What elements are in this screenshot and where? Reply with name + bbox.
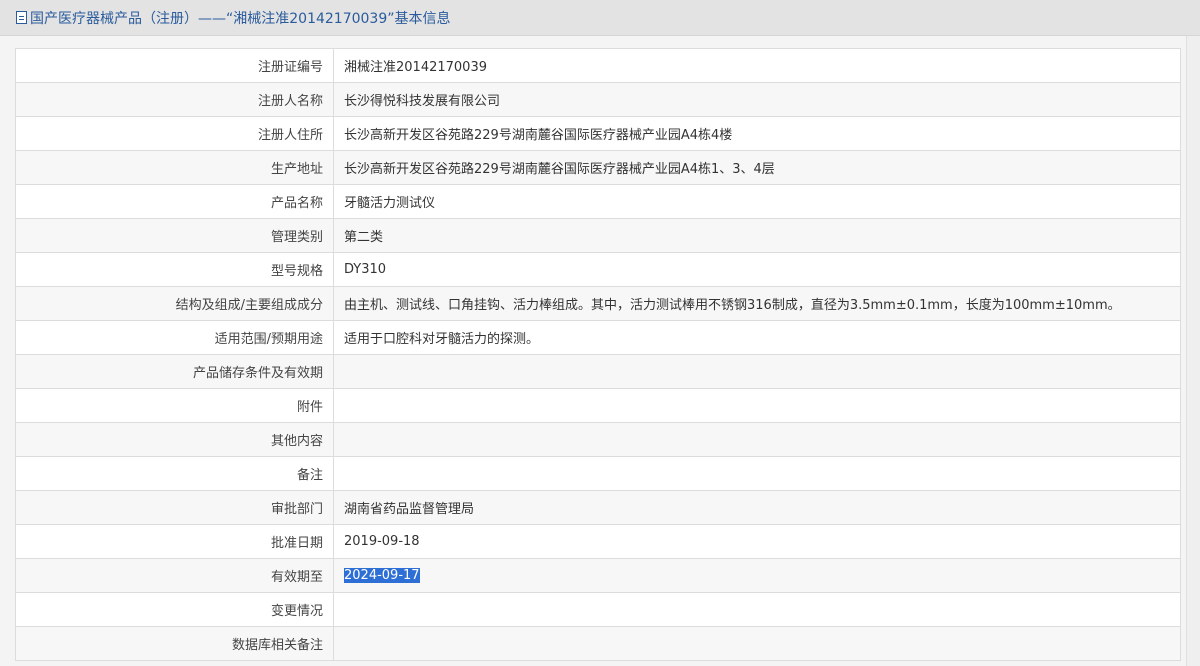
page-title: 国产医疗器械产品（注册）——“湘械注准20142170039”基本信息	[30, 10, 451, 27]
table-row: 产品储存条件及有效期	[15, 354, 1181, 389]
table-row: 附件	[15, 388, 1181, 423]
row-value: 长沙高新开发区谷苑路229号湖南麓谷国际医疗器械产业园A4栋4楼	[333, 116, 1181, 151]
table-row: 适用范围/预期用途 适用于口腔科对牙髓活力的探测。	[15, 320, 1181, 355]
table-row: 其他内容	[15, 422, 1181, 457]
row-value: 长沙高新开发区谷苑路229号湖南麓谷国际医疗器械产业园A4栋1、3、4层	[333, 150, 1181, 185]
row-value: 长沙得悦科技发展有限公司	[333, 82, 1181, 117]
table-row: 注册人名称 长沙得悦科技发展有限公司	[15, 82, 1181, 117]
row-label: 生产地址	[15, 150, 334, 185]
table-row: 备注	[15, 456, 1181, 491]
table-row: 变更情况	[15, 592, 1181, 627]
row-value	[333, 456, 1181, 491]
row-value: DY310	[333, 252, 1181, 287]
table-row: 管理类别 第二类	[15, 218, 1181, 253]
vertical-scrollbar[interactable]	[1186, 36, 1200, 666]
row-value	[333, 592, 1181, 627]
row-value	[333, 626, 1181, 661]
row-value	[333, 354, 1181, 389]
table-row: 注册证编号 湘械注准20142170039	[15, 48, 1181, 83]
table-row: 型号规格 DY310	[15, 252, 1181, 287]
row-label: 批准日期	[15, 524, 334, 559]
row-label: 附件	[15, 388, 334, 423]
row-label: 审批部门	[15, 490, 334, 525]
row-label: 其他内容	[15, 422, 334, 457]
basic-info-table: 注册证编号 湘械注准20142170039 注册人名称 长沙得悦科技发展有限公司…	[15, 48, 1181, 661]
row-label: 有效期至	[15, 558, 334, 593]
table-row: 生产地址 长沙高新开发区谷苑路229号湖南麓谷国际医疗器械产业园A4栋1、3、4…	[15, 150, 1181, 185]
table-row: 产品名称 牙髓活力测试仪	[15, 184, 1181, 219]
row-label: 注册人住所	[15, 116, 334, 151]
row-label: 结构及组成/主要组成成分	[15, 286, 334, 321]
row-value: 第二类	[333, 218, 1181, 253]
row-label: 适用范围/预期用途	[15, 320, 334, 355]
selected-text[interactable]: 2024-09-17	[344, 568, 420, 583]
row-value	[333, 422, 1181, 457]
document-icon	[16, 11, 27, 24]
row-value: 湘械注准20142170039	[333, 48, 1181, 83]
row-label: 变更情况	[15, 592, 334, 627]
row-value: 湖南省药品监督管理局	[333, 490, 1181, 525]
row-value: 2024-09-17	[333, 558, 1181, 593]
row-value: 由主机、测试线、口角挂钩、活力棒组成。其中，活力测试棒用不锈钢316制成，直径为…	[333, 286, 1181, 321]
table-row: 结构及组成/主要组成成分 由主机、测试线、口角挂钩、活力棒组成。其中，活力测试棒…	[15, 286, 1181, 321]
table-row: 审批部门 湖南省药品监督管理局	[15, 490, 1181, 525]
table-row: 有效期至 2024-09-17	[15, 558, 1181, 593]
info-panel: 注册证编号 湘械注准20142170039 注册人名称 长沙得悦科技发展有限公司…	[0, 36, 1200, 666]
row-label: 注册人名称	[15, 82, 334, 117]
row-value: 牙髓活力测试仪	[333, 184, 1181, 219]
table-row: 批准日期 2019-09-18	[15, 524, 1181, 559]
row-label: 管理类别	[15, 218, 334, 253]
row-label: 备注	[15, 456, 334, 491]
table-row: 数据库相关备注	[15, 626, 1181, 661]
row-value: 2019-09-18	[333, 524, 1181, 559]
row-label: 数据库相关备注	[15, 626, 334, 661]
row-label: 产品储存条件及有效期	[15, 354, 334, 389]
table-row: 注册人住所 长沙高新开发区谷苑路229号湖南麓谷国际医疗器械产业园A4栋4楼	[15, 116, 1181, 151]
row-label: 产品名称	[15, 184, 334, 219]
row-label: 注册证编号	[15, 48, 334, 83]
row-value	[333, 388, 1181, 423]
row-value: 适用于口腔科对牙髓活力的探测。	[333, 320, 1181, 355]
page-header: 国产医疗器械产品（注册）——“湘械注准20142170039”基本信息	[0, 0, 1200, 36]
row-label: 型号规格	[15, 252, 334, 287]
